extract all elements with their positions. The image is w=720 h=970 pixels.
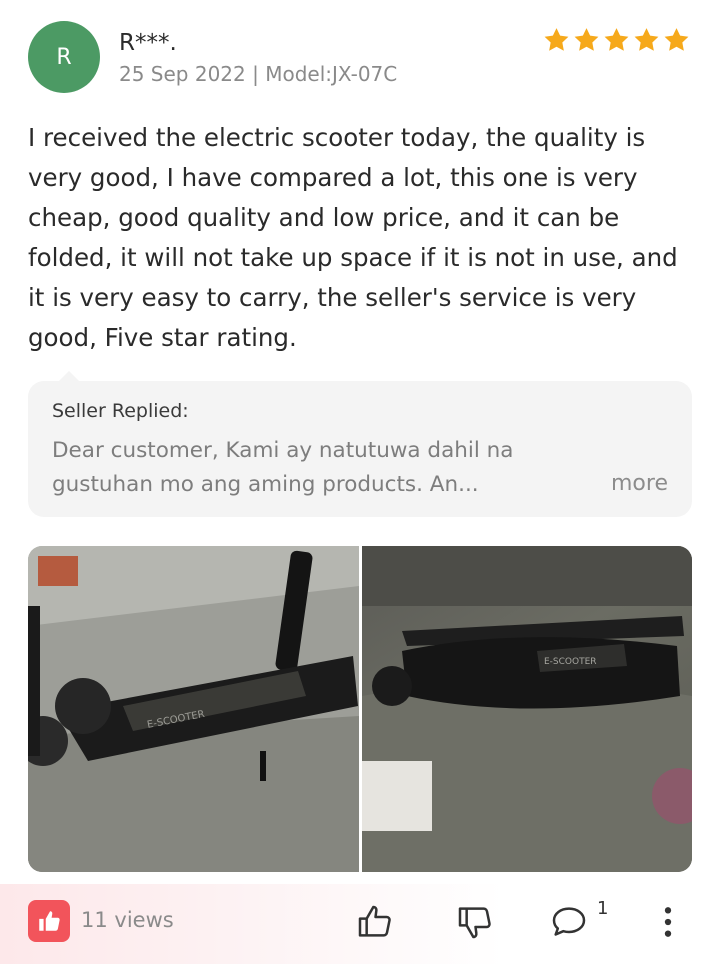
star-icon xyxy=(544,28,569,51)
avatar-initial: R xyxy=(56,44,72,70)
star-icon xyxy=(664,28,689,51)
comment-icon[interactable] xyxy=(549,902,589,942)
comment-count: 1 xyxy=(597,898,609,919)
star-icon xyxy=(634,28,659,51)
reply-more-link[interactable]: more xyxy=(611,471,668,496)
svg-text:E-SCOOTER: E-SCOOTER xyxy=(544,657,597,667)
review-text: I received the electric scooter today, t… xyxy=(28,123,678,352)
more-options-icon[interactable] xyxy=(648,902,688,942)
thumbs-up-icon[interactable] xyxy=(355,902,395,942)
star-icon xyxy=(574,28,599,51)
review-footer: 11 views 1 xyxy=(0,884,720,964)
review-meta: 25 Sep 2022 | Model:JX-07C xyxy=(119,62,398,86)
seller-reply-box[interactable]: Seller Replied: Dear customer, Kami ay n… xyxy=(28,381,692,517)
seller-reply-label: Seller Replied: xyxy=(52,400,189,422)
views-icon xyxy=(28,900,70,942)
seller-reply-text: Dear customer, Kami ay natutuwa dahil na… xyxy=(52,438,514,497)
thumbs-down-icon[interactable] xyxy=(455,902,495,942)
star-icon xyxy=(604,28,629,51)
reviewer-name: R***. xyxy=(119,30,177,56)
review-photo-1[interactable]: E-SCOOTER xyxy=(28,546,359,872)
star-rating xyxy=(542,26,691,54)
review-avatar[interactable]: R xyxy=(28,21,100,93)
review-photo-2[interactable]: E-SCOOTER xyxy=(362,546,692,872)
views-count: 11 views xyxy=(81,908,174,932)
